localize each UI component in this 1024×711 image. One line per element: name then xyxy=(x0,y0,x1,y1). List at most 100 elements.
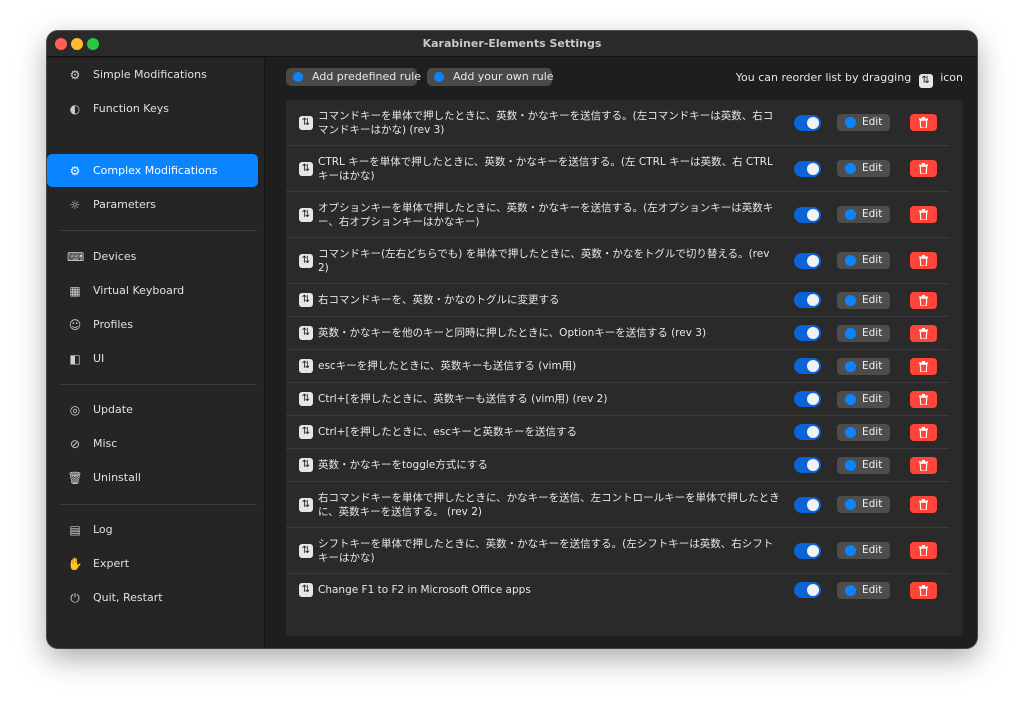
rule-row: ⇅ 右コマンドキーを、英数・かなのトグルに変更する Edit xyxy=(286,284,949,317)
sidebar-item-uninstall[interactable]: 🗑 Uninstall xyxy=(47,461,258,494)
edit-rule-button[interactable]: Edit xyxy=(837,391,890,408)
rule-description: コマンドキーを単体で押したときに、英数・かなキーを送信する。(左コマンドキーは英… xyxy=(318,110,774,136)
edit-rule-button[interactable]: Edit xyxy=(837,160,890,177)
plus-circle-icon xyxy=(434,72,444,82)
globe-icon: ◎ xyxy=(69,403,81,417)
rule-enable-toggle[interactable] xyxy=(794,543,821,559)
rule-description: オプションキーを単体で押したときに、英数・かなキーを送信する。(左オプションキー… xyxy=(318,202,774,228)
edit-rule-button[interactable]: Edit xyxy=(837,457,890,474)
rule-enable-toggle[interactable] xyxy=(794,207,821,223)
rule-row: ⇅ 右コマンドキーを単体で押したときに、かなキーを送信、左コントロールキーを単体… xyxy=(286,482,949,528)
drag-handle-icon[interactable]: ⇅ xyxy=(299,162,313,176)
rule-description: Ctrl+[を押したときに、英数キーも送信する (vim用) (rev 2) xyxy=(318,393,608,405)
trash-icon xyxy=(919,255,928,266)
profiles-icon: ☺ xyxy=(68,318,82,332)
delete-rule-button[interactable] xyxy=(910,457,937,474)
power-icon: ⏻ xyxy=(70,591,80,605)
edit-rule-button[interactable]: Edit xyxy=(837,206,890,223)
puzzle-icon: ▦ xyxy=(69,284,81,298)
rule-row: ⇅ 英数・かなキーをtoggle方式にする Edit xyxy=(286,449,949,482)
delete-rule-button[interactable] xyxy=(910,206,937,223)
delete-rule-button[interactable] xyxy=(910,252,937,269)
sidebar-item-parameters[interactable]: ☼ Parameters xyxy=(47,188,258,221)
drag-handle-icon[interactable]: ⇅ xyxy=(299,544,313,558)
edit-rule-button[interactable]: Edit xyxy=(837,358,890,375)
rule-row: ⇅ Ctrl+[を押したときに、escキーと英数キーを送信する Edit xyxy=(286,416,949,449)
rule-enable-toggle[interactable] xyxy=(794,358,821,374)
drag-handle-icon[interactable]: ⇅ xyxy=(299,254,313,268)
rule-row: ⇅ escキーを押したときに、英数キーも送信する (vim用) Edit xyxy=(286,350,949,383)
drag-handle-icon[interactable]: ⇅ xyxy=(299,458,313,472)
delete-rule-button[interactable] xyxy=(910,582,937,599)
sidebar-item-misc[interactable]: ⊘ Misc xyxy=(47,427,258,460)
drag-handle-icon[interactable]: ⇅ xyxy=(299,359,313,373)
sidebar-separator xyxy=(59,230,257,231)
rule-enable-toggle[interactable] xyxy=(794,391,821,407)
sidebar-item-complex-modifications[interactable]: ⚙ Complex Modifications xyxy=(47,154,258,187)
drag-handle-icon[interactable]: ⇅ xyxy=(299,583,313,597)
edit-rule-button[interactable]: Edit xyxy=(837,424,890,441)
rule-enable-toggle[interactable] xyxy=(794,325,821,341)
delete-rule-button[interactable] xyxy=(910,391,937,408)
toggles-icon: ◧ xyxy=(69,352,81,366)
sidebar-item-log[interactable]: ▤ Log xyxy=(47,513,258,546)
drag-handle-icon[interactable]: ⇅ xyxy=(299,293,313,307)
sidebar-item-profiles[interactable]: ☺ Profiles xyxy=(47,308,258,341)
edit-rule-button[interactable]: Edit xyxy=(837,542,890,559)
edit-icon xyxy=(845,545,856,556)
sidebar-item-function-keys[interactable]: ◐ Function Keys xyxy=(47,92,258,125)
rule-enable-toggle[interactable] xyxy=(794,497,821,513)
trash-icon xyxy=(919,545,928,556)
edit-rule-button[interactable]: Edit xyxy=(837,325,890,342)
rule-row: ⇅ CTRL キーを単体で押したときに、英数・かなキーを送信する。(左 CTRL… xyxy=(286,146,949,192)
drag-handle-icon[interactable]: ⇅ xyxy=(299,425,313,439)
rule-row: ⇅ コマンドキー(左右どちらでも) を単体で押したときに、英数・かなをトグルで切… xyxy=(286,238,949,284)
edit-rule-button[interactable]: Edit xyxy=(837,582,890,599)
sidebar-item-ui[interactable]: ◧ UI xyxy=(47,342,258,375)
drag-handle-icon[interactable]: ⇅ xyxy=(299,498,313,512)
edit-rule-button[interactable]: Edit xyxy=(837,114,890,131)
delete-rule-button[interactable] xyxy=(910,114,937,131)
edit-rule-button[interactable]: Edit xyxy=(837,292,890,309)
add-predefined-rule-button[interactable]: Add predefined rule xyxy=(286,68,421,86)
delete-rule-button[interactable] xyxy=(910,496,937,513)
drag-handle-icon[interactable]: ⇅ xyxy=(299,116,313,130)
rule-enable-toggle[interactable] xyxy=(794,582,821,598)
document-icon: ▤ xyxy=(69,523,81,537)
delete-rule-button[interactable] xyxy=(910,325,937,342)
delete-rule-button[interactable] xyxy=(910,292,937,309)
delete-rule-button[interactable] xyxy=(910,358,937,375)
sidebar-item-quit-restart[interactable]: ⏻ Quit, Restart xyxy=(47,581,258,614)
rule-enable-toggle[interactable] xyxy=(794,292,821,308)
trash-icon xyxy=(919,460,928,471)
delete-rule-button[interactable] xyxy=(910,542,937,559)
sidebar-item-expert[interactable]: ✋ Expert xyxy=(47,547,258,580)
rule-enable-toggle[interactable] xyxy=(794,115,821,131)
delete-rule-button[interactable] xyxy=(910,424,937,441)
sidebar-item-update[interactable]: ◎ Update xyxy=(47,393,258,426)
drag-handle-icon[interactable]: ⇅ xyxy=(299,392,313,406)
add-own-rule-button[interactable]: Add your own rule xyxy=(427,68,554,86)
rule-enable-toggle[interactable] xyxy=(794,253,821,269)
drag-handle-icon[interactable]: ⇅ xyxy=(299,326,313,340)
edit-rule-button[interactable]: Edit xyxy=(837,252,890,269)
drag-handle-icon[interactable]: ⇅ xyxy=(299,208,313,222)
rule-enable-toggle[interactable] xyxy=(794,424,821,440)
rule-description: 右コマンドキーを単体で押したときに、かなキーを送信、左コントロールキーを単体で押… xyxy=(318,492,780,518)
sidebar-separator xyxy=(59,384,257,385)
sidebar-item-devices[interactable]: ⌨ Devices xyxy=(47,240,258,273)
sidebar-item-simple-modifications[interactable]: ⚙ Simple Modifications xyxy=(47,58,258,91)
delete-rule-button[interactable] xyxy=(910,160,937,177)
trash-icon xyxy=(919,328,928,339)
trash-icon xyxy=(919,361,928,372)
trash-icon xyxy=(919,295,928,306)
rule-enable-toggle[interactable] xyxy=(794,457,821,473)
edit-icon xyxy=(845,117,856,128)
gears-icon: ⚙ xyxy=(69,164,81,178)
trash-icon xyxy=(919,499,928,510)
edit-rule-button[interactable]: Edit xyxy=(837,496,890,513)
sidebar-item-virtual-keyboard[interactable]: ▦ Virtual Keyboard xyxy=(47,274,258,307)
rule-enable-toggle[interactable] xyxy=(794,161,821,177)
rule-list: ⇅ コマンドキーを単体で押したときに、英数・かなキーを送信する。(左コマンドキー… xyxy=(286,100,963,636)
trash-icon xyxy=(919,394,928,405)
